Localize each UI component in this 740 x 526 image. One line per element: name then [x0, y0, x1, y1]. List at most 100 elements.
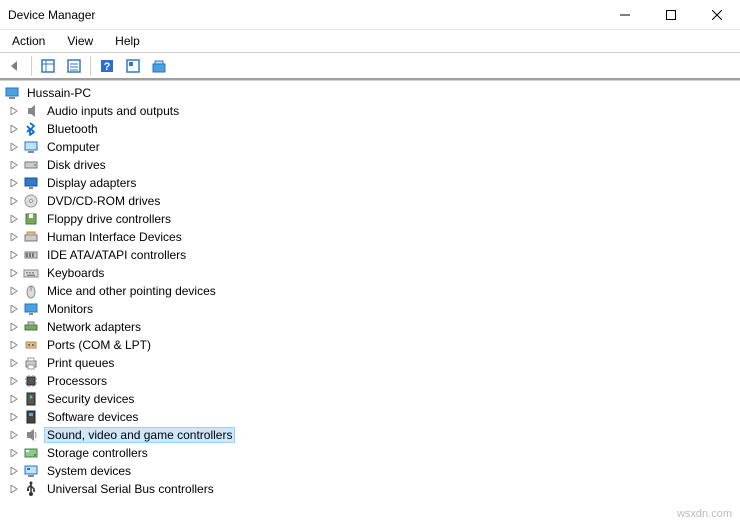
expand-arrow-icon[interactable]	[8, 233, 20, 241]
security-icon	[22, 391, 40, 407]
tree-item[interactable]: Floppy drive controllers	[4, 210, 740, 228]
root-label: Hussain-PC	[24, 85, 94, 101]
expand-arrow-icon[interactable]	[8, 377, 20, 385]
monitor-icon	[22, 301, 40, 317]
toolbar: ?	[0, 52, 740, 80]
back-button[interactable]	[3, 55, 27, 77]
tree-item[interactable]: Processors	[4, 372, 740, 390]
tree-item-label: Software devices	[44, 409, 141, 425]
tree-item-label: System devices	[44, 463, 134, 479]
device-tree[interactable]: Hussain-PC Audio inputs and outputs Bluet…	[0, 80, 740, 498]
expand-arrow-icon[interactable]	[8, 341, 20, 349]
close-button[interactable]	[694, 0, 740, 30]
expand-arrow-icon[interactable]	[8, 323, 20, 331]
keyboard-icon	[22, 265, 40, 281]
tree-item-label: Security devices	[44, 391, 137, 407]
tree-item-label: Human Interface Devices	[44, 229, 185, 245]
watermark: wsxdn.com	[677, 508, 732, 520]
speaker-icon	[22, 103, 40, 119]
software-icon	[22, 409, 40, 425]
tree-root[interactable]: Hussain-PC	[4, 84, 740, 102]
tree-item[interactable]: Audio inputs and outputs	[4, 102, 740, 120]
tree-item[interactable]: Display adapters	[4, 174, 740, 192]
tree-item[interactable]: DVD/CD-ROM drives	[4, 192, 740, 210]
tree-item-label: Floppy drive controllers	[44, 211, 174, 227]
expand-arrow-icon[interactable]	[8, 485, 20, 493]
network-icon	[22, 319, 40, 335]
expand-arrow-icon[interactable]	[8, 431, 20, 439]
tree-item-label: Bluetooth	[44, 121, 101, 137]
bluetooth-icon	[22, 121, 40, 137]
tree-item-label: Universal Serial Bus controllers	[44, 481, 217, 497]
expand-arrow-icon[interactable]	[8, 143, 20, 151]
tree-item-label: Print queues	[44, 355, 117, 371]
expand-arrow-icon[interactable]	[8, 359, 20, 367]
expand-arrow-icon[interactable]	[8, 179, 20, 187]
tree-item-label: Computer	[44, 139, 103, 155]
tree-item[interactable]: System devices	[4, 462, 740, 480]
hid-icon	[22, 229, 40, 245]
menu-view[interactable]: View	[63, 32, 97, 50]
tree-item[interactable]: Sound, video and game controllers	[4, 426, 740, 444]
tree-item-label: Mice and other pointing devices	[44, 283, 219, 299]
maximize-button[interactable]	[648, 0, 694, 30]
printer-icon	[22, 355, 40, 371]
tree-item[interactable]: Human Interface Devices	[4, 228, 740, 246]
minimize-button[interactable]	[602, 0, 648, 30]
computer-icon	[22, 139, 40, 155]
menu-action[interactable]: Action	[8, 32, 49, 50]
tree-item-label: Keyboards	[44, 265, 107, 281]
expand-arrow-icon[interactable]	[8, 269, 20, 277]
tree-item-label: Ports (COM & LPT)	[44, 337, 154, 353]
expand-arrow-icon[interactable]	[8, 467, 20, 475]
tree-item-label: Storage controllers	[44, 445, 151, 461]
expand-arrow-icon[interactable]	[8, 287, 20, 295]
tree-item[interactable]: Monitors	[4, 300, 740, 318]
tree-item[interactable]: Universal Serial Bus controllers	[4, 480, 740, 498]
tree-item[interactable]: Bluetooth	[4, 120, 740, 138]
tree-item[interactable]: Computer	[4, 138, 740, 156]
expand-arrow-icon[interactable]	[8, 125, 20, 133]
expand-arrow-icon[interactable]	[8, 251, 20, 259]
tree-item[interactable]: Ports (COM & LPT)	[4, 336, 740, 354]
floppy-ctrl-icon	[22, 211, 40, 227]
tree-item[interactable]: Network adapters	[4, 318, 740, 336]
tree-item-label: Display adapters	[44, 175, 139, 191]
tree-item[interactable]: Mice and other pointing devices	[4, 282, 740, 300]
separator	[90, 56, 91, 76]
expand-arrow-icon[interactable]	[8, 413, 20, 421]
expand-arrow-icon[interactable]	[8, 395, 20, 403]
usb-icon	[22, 481, 40, 497]
tree-item[interactable]: IDE ATA/ATAPI controllers	[4, 246, 740, 264]
tree-item-label: Processors	[44, 373, 110, 389]
window-controls	[602, 0, 740, 29]
help-button[interactable]: ?	[95, 55, 119, 77]
show-hidden-button[interactable]	[36, 55, 60, 77]
expand-arrow-icon[interactable]	[8, 107, 20, 115]
svg-text:?: ?	[104, 61, 111, 73]
tree-item[interactable]: Disk drives	[4, 156, 740, 174]
ide-icon	[22, 247, 40, 263]
expand-arrow-icon[interactable]	[8, 197, 20, 205]
cpu-icon	[22, 373, 40, 389]
titlebar: Device Manager	[0, 0, 740, 30]
tree-item-label: Network adapters	[44, 319, 144, 335]
expand-arrow-icon[interactable]	[8, 305, 20, 313]
tree-item[interactable]: Keyboards	[4, 264, 740, 282]
system-icon	[22, 463, 40, 479]
menu-help[interactable]: Help	[111, 32, 144, 50]
tree-item-label: Audio inputs and outputs	[44, 103, 182, 119]
mouse-icon	[22, 283, 40, 299]
scan-button[interactable]	[147, 55, 171, 77]
tree-item[interactable]: Print queues	[4, 354, 740, 372]
tree-item[interactable]: Software devices	[4, 408, 740, 426]
sound-icon	[22, 427, 40, 443]
tree-item[interactable]: Security devices	[4, 390, 740, 408]
expand-arrow-icon[interactable]	[8, 215, 20, 223]
tree-item[interactable]: Storage controllers	[4, 444, 740, 462]
expand-arrow-icon[interactable]	[8, 161, 20, 169]
expand-arrow-icon[interactable]	[8, 449, 20, 457]
toggle-button[interactable]	[121, 55, 145, 77]
display-icon	[22, 175, 40, 191]
properties-button[interactable]	[62, 55, 86, 77]
